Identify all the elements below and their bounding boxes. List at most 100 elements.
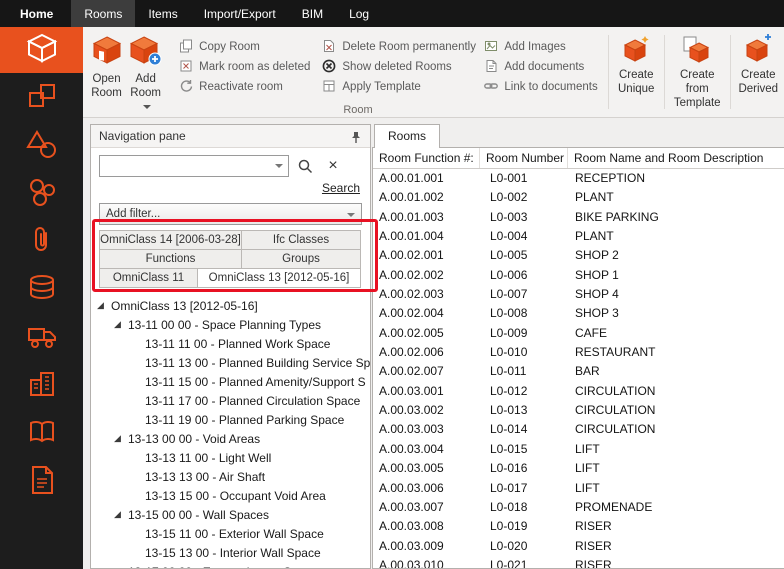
collapse-icon[interactable] xyxy=(114,433,128,444)
table-row[interactable]: A.00.01.004L0-004PLANT xyxy=(373,227,784,246)
column-header-room-name[interactable]: Room Name and Room Description xyxy=(568,148,784,168)
create-from-template-button[interactable]: Create from Template xyxy=(668,32,727,110)
tree-item[interactable]: 13-17 00 00 - Encroachment Spaces xyxy=(91,562,370,569)
add-filter-dropdown[interactable]: Add filter... xyxy=(99,203,362,225)
table-row[interactable]: A.00.01.002L0-002PLANT xyxy=(373,188,784,207)
table-row[interactable]: A.00.02.002L0-006SHOP 1 xyxy=(373,266,784,285)
tree-item[interactable]: 13-15 00 00 - Wall Spaces xyxy=(91,505,370,524)
table-row[interactable]: A.00.03.001L0-012CIRCULATION xyxy=(373,382,784,401)
apply-template-button[interactable]: Apply Template xyxy=(322,79,472,95)
ribbon-group-label: Room xyxy=(328,104,388,116)
table-row[interactable]: A.00.02.006L0-010RESTAURANT xyxy=(373,343,784,362)
tree-item[interactable]: 13-11 15 00 - Planned Amenity/Support S xyxy=(91,372,370,391)
tree-item[interactable]: 13-11 13 00 - Planned Building Service S… xyxy=(91,353,370,372)
menu-items[interactable]: Items xyxy=(135,0,190,27)
show-deleted-rooms-button[interactable]: Show deleted Rooms xyxy=(322,59,472,75)
rail-book-button[interactable] xyxy=(0,411,83,457)
rail-spheres-button[interactable] xyxy=(0,171,83,217)
tree-item[interactable]: 13-11 11 00 - Planned Work Space xyxy=(91,334,370,353)
tab-groups[interactable]: Groups xyxy=(241,249,361,269)
column-header-room-function[interactable]: Room Function #: xyxy=(373,148,480,168)
tree-item[interactable]: OmniClass 13 [2012-05-16] xyxy=(91,296,370,315)
pin-button[interactable] xyxy=(348,129,364,145)
table-cell: A.00.02.001 xyxy=(373,246,480,265)
link-to-documents-button[interactable]: Link to documents xyxy=(484,79,597,95)
ribbon-separator xyxy=(730,35,731,109)
search-link[interactable]: Search xyxy=(322,181,360,195)
delete-room-permanently-button[interactable]: Delete Room permanently xyxy=(322,39,472,55)
add-room-button[interactable]: Add Room xyxy=(128,32,163,114)
table-row[interactable]: A.00.01.001L0-001RECEPTION xyxy=(373,169,784,188)
table-row[interactable]: A.00.03.007L0-018PROMENADE xyxy=(373,498,784,517)
table-cell: CIRCULATION xyxy=(568,401,784,420)
add-images-button[interactable]: Add Images xyxy=(484,39,597,55)
tree-item[interactable]: 13-13 00 00 - Void Areas xyxy=(91,429,370,448)
tree-item[interactable]: 13-13 15 00 - Occupant Void Area xyxy=(91,486,370,505)
menu-import-export[interactable]: Import/Export xyxy=(191,0,289,27)
collapse-icon[interactable] xyxy=(114,509,128,520)
search-combo-chevron-icon[interactable] xyxy=(275,164,283,168)
table-row[interactable]: A.00.02.001L0-005SHOP 2 xyxy=(373,246,784,265)
table-row[interactable]: A.00.02.004L0-008SHOP 3 xyxy=(373,304,784,323)
table-row[interactable]: A.00.03.003L0-014CIRCULATION xyxy=(373,420,784,439)
tree-item[interactable]: 13-15 11 00 - Exterior Wall Space xyxy=(91,524,370,543)
tree-item-label: 13-13 15 00 - Occupant Void Area xyxy=(145,489,326,503)
table-row[interactable]: A.00.02.007L0-011BAR xyxy=(373,362,784,381)
collapse-icon[interactable] xyxy=(114,319,128,330)
add-documents-button[interactable]: Add documents xyxy=(484,59,597,75)
clear-search-button[interactable]: × xyxy=(321,155,345,177)
rooms-panel: Rooms Room Function #: Room Number Room … xyxy=(372,124,784,569)
tree-item[interactable]: 13-13 13 00 - Air Shaft xyxy=(91,467,370,486)
rail-items-button[interactable] xyxy=(0,75,83,121)
tab-omniclass-14[interactable]: OmniClass 14 [2006-03-28] xyxy=(99,230,242,250)
reactivate-room-button[interactable]: Reactivate room xyxy=(179,79,310,95)
tree-item[interactable]: 13-11 17 00 - Planned Circulation Space xyxy=(91,391,370,410)
menu-home[interactable]: Home xyxy=(0,0,71,27)
search-button[interactable] xyxy=(293,155,317,177)
mark-room-deleted-button[interactable]: Mark room as deleted xyxy=(179,59,310,75)
search-input[interactable] xyxy=(99,155,289,177)
table-row[interactable]: A.00.01.003L0-003BIKE PARKING xyxy=(373,208,784,227)
table-row[interactable]: A.00.02.005L0-009CAFE xyxy=(373,324,784,343)
table-row[interactable]: A.00.03.008L0-019RISER xyxy=(373,517,784,536)
tree-item[interactable]: 13-13 11 00 - Light Well xyxy=(91,448,370,467)
copy-room-button[interactable]: Copy Room xyxy=(179,39,310,55)
menu-rooms[interactable]: Rooms xyxy=(71,0,135,27)
rail-truck-button[interactable] xyxy=(0,315,83,361)
icon-rail xyxy=(0,27,83,569)
rail-paperclip-button[interactable] xyxy=(0,219,83,265)
rail-database-button[interactable] xyxy=(0,267,83,313)
tab-omniclass-13[interactable]: OmniClass 13 [2012-05-16] xyxy=(197,268,361,288)
paperclip-icon xyxy=(25,223,59,262)
tab-omniclass-11[interactable]: OmniClass 11 xyxy=(99,268,198,288)
table-row[interactable]: A.00.03.004L0-015LIFT xyxy=(373,440,784,459)
column-header-room-number[interactable]: Room Number xyxy=(480,148,568,168)
tab-functions[interactable]: Functions xyxy=(99,249,242,269)
table-row[interactable]: A.00.03.002L0-013CIRCULATION xyxy=(373,401,784,420)
table-cell: A.00.03.002 xyxy=(373,401,480,420)
tree-item[interactable]: 13-11 19 00 - Planned Parking Space xyxy=(91,410,370,429)
rail-rooms-button[interactable] xyxy=(0,27,83,73)
menu-bim[interactable]: BIM xyxy=(289,0,336,27)
rooms-list-tab[interactable]: Rooms xyxy=(374,124,440,148)
table-row[interactable]: A.00.03.010L0-021RISER xyxy=(373,556,784,569)
collapse-icon[interactable] xyxy=(97,300,111,311)
rail-shapes-button[interactable] xyxy=(0,123,83,169)
rooms-icon xyxy=(25,31,59,70)
menu-log[interactable]: Log xyxy=(336,0,382,27)
tree-item[interactable]: 13-15 13 00 - Interior Wall Space xyxy=(91,543,370,562)
tab-ifc-classes[interactable]: Ifc Classes xyxy=(241,230,361,250)
rail-document-button[interactable] xyxy=(0,459,83,505)
create-derived-button[interactable]: Create Derived xyxy=(734,32,783,96)
table-cell: LIFT xyxy=(568,479,784,498)
table-row[interactable]: A.00.03.006L0-017LIFT xyxy=(373,479,784,498)
tree-item-label: 13-11 13 00 - Planned Building Service S… xyxy=(145,356,370,370)
table-row[interactable]: A.00.03.005L0-016LIFT xyxy=(373,459,784,478)
table-row[interactable]: A.00.03.009L0-020RISER xyxy=(373,537,784,556)
table-row[interactable]: A.00.02.003L0-007SHOP 4 xyxy=(373,285,784,304)
open-room-button[interactable]: Open Room xyxy=(89,32,124,100)
table-cell: SHOP 2 xyxy=(568,246,784,265)
rail-building-button[interactable] xyxy=(0,363,83,409)
tree-item[interactable]: 13-11 00 00 - Space Planning Types xyxy=(91,315,370,334)
create-unique-button[interactable]: Create Unique xyxy=(612,32,661,96)
